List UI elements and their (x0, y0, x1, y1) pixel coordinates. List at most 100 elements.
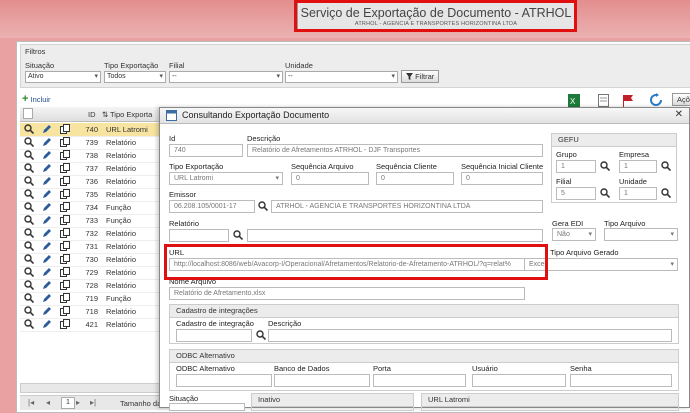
relatorio-desc-field[interactable] (247, 229, 543, 242)
view-icon[interactable] (24, 137, 35, 148)
edit-icon[interactable] (42, 267, 52, 277)
view-icon[interactable] (24, 215, 35, 226)
search-icon[interactable] (600, 161, 610, 171)
id-field[interactable]: 740 (169, 144, 243, 157)
view-icon[interactable] (24, 163, 35, 174)
seq-cliente-field[interactable]: 0 (376, 172, 454, 185)
copy-icon[interactable] (60, 189, 70, 199)
view-icon[interactable] (24, 176, 35, 187)
seq-arquivo-field[interactable]: 0 (291, 172, 369, 185)
gefu-unidade-field[interactable]: 1 (619, 187, 657, 200)
copy-icon[interactable] (60, 176, 70, 186)
search-icon[interactable] (600, 188, 610, 198)
table-row[interactable]: 740 URL Latromi (20, 123, 180, 137)
edit-icon[interactable] (42, 163, 52, 173)
view-icon[interactable] (24, 189, 35, 200)
view-icon[interactable] (24, 150, 35, 161)
view-icon[interactable] (24, 228, 35, 239)
edit-icon[interactable] (42, 228, 52, 238)
table-row[interactable]: 735 Relatório (20, 188, 180, 202)
gefu-filial-field[interactable]: 5 (556, 187, 596, 200)
view-icon[interactable] (24, 202, 35, 213)
edit-icon[interactable] (42, 280, 52, 290)
view-icon[interactable] (24, 241, 35, 252)
acoes-button[interactable]: Açõ (672, 93, 690, 106)
filial-select[interactable]: -- ▾ (169, 71, 283, 83)
odbc-alternativo-field[interactable] (176, 374, 272, 387)
cadastro-descricao-field[interactable] (268, 329, 672, 342)
copy-icon[interactable] (60, 293, 70, 303)
edit-icon[interactable] (42, 215, 52, 225)
tipo-arquivo-select[interactable]: ▾ (604, 228, 678, 241)
view-icon[interactable] (24, 124, 35, 135)
table-row[interactable]: 421 Relatório (20, 318, 180, 332)
next-page-icon[interactable]: ▸ (76, 398, 80, 407)
table-row[interactable]: 718 Relatório (20, 305, 180, 319)
search-icon[interactable] (258, 201, 268, 211)
edit-icon[interactable] (42, 176, 52, 186)
copy-icon[interactable] (60, 267, 70, 277)
empresa-field[interactable]: 1 (619, 160, 657, 173)
banco-dados-field[interactable] (274, 374, 370, 387)
edit-icon[interactable] (42, 124, 52, 134)
table-row[interactable]: 738 Relatório (20, 149, 180, 163)
nome-arquivo-field[interactable]: Relatório de Afretamento.xlsx (169, 287, 525, 300)
edit-icon[interactable] (42, 241, 52, 251)
view-icon[interactable] (24, 280, 35, 291)
column-header-id[interactable]: ID (88, 110, 96, 119)
search-icon[interactable] (256, 330, 266, 340)
copy-icon[interactable] (60, 124, 70, 134)
situacao-select[interactable] (169, 403, 245, 411)
table-row[interactable]: 731 Relatório (20, 240, 180, 254)
cadastro-integracao-field[interactable] (176, 329, 252, 342)
flag-icon[interactable] (622, 94, 635, 107)
edit-icon[interactable] (42, 189, 52, 199)
edit-icon[interactable] (42, 319, 52, 329)
copy-icon[interactable] (60, 306, 70, 316)
select-all-checkbox[interactable] (23, 108, 33, 119)
close-icon[interactable]: ✕ (675, 109, 683, 120)
table-row[interactable]: 728 Relatório (20, 279, 180, 293)
edit-icon[interactable] (42, 306, 52, 316)
view-icon[interactable] (24, 254, 35, 265)
report-icon[interactable] (598, 94, 609, 107)
seq-inicial-cliente-field[interactable]: 0 (461, 172, 543, 185)
porta-field[interactable] (373, 374, 466, 387)
search-icon[interactable] (661, 188, 671, 198)
copy-icon[interactable] (60, 163, 70, 173)
copy-icon[interactable] (60, 319, 70, 329)
view-icon[interactable] (24, 306, 35, 317)
edit-icon[interactable] (42, 293, 52, 303)
edit-icon[interactable] (42, 202, 52, 212)
unidade-select[interactable]: -- ▾ (285, 71, 398, 83)
situacao-select[interactable]: Ativo ▾ (25, 71, 101, 83)
excel-export-icon[interactable]: X (568, 94, 580, 107)
edit-icon[interactable] (42, 150, 52, 160)
table-row[interactable]: 739 Relatório (20, 136, 180, 150)
table-row[interactable]: 737 Relatório (20, 162, 180, 176)
view-icon[interactable] (24, 319, 35, 330)
table-row[interactable]: 719 Função (20, 292, 180, 306)
senha-field[interactable] (570, 374, 672, 387)
table-row[interactable]: 733 Função (20, 214, 180, 228)
table-row[interactable]: 730 Relatório (20, 253, 180, 267)
copy-icon[interactable] (60, 241, 70, 251)
filtrar-button[interactable]: Filtrar (401, 70, 440, 83)
view-icon[interactable] (24, 293, 35, 304)
descricao-field[interactable]: Relatório de Afretamentos ATRHOL - DJF T… (247, 144, 543, 157)
search-icon[interactable] (233, 230, 243, 240)
refresh-icon[interactable] (649, 93, 663, 107)
search-icon[interactable] (661, 161, 671, 171)
copy-icon[interactable] (60, 202, 70, 212)
copy-icon[interactable] (60, 150, 70, 160)
emissor-name-field[interactable]: ATRHOL - AGENCIA E TRANSPORTES HORIZONTI… (271, 200, 543, 213)
first-page-icon[interactable]: |◂ (28, 398, 34, 407)
table-row[interactable]: 734 Função (20, 201, 180, 215)
usuario-field[interactable] (472, 374, 566, 387)
copy-icon[interactable] (60, 280, 70, 290)
column-header-tipo[interactable]: Tipo Exporta (110, 110, 152, 119)
table-row[interactable]: 732 Relatório (20, 227, 180, 241)
copy-icon[interactable] (60, 215, 70, 225)
emissor-cnpj-field[interactable]: 06.208.105/0001-17 (169, 200, 255, 213)
page-number-input[interactable]: 1 (61, 397, 75, 409)
